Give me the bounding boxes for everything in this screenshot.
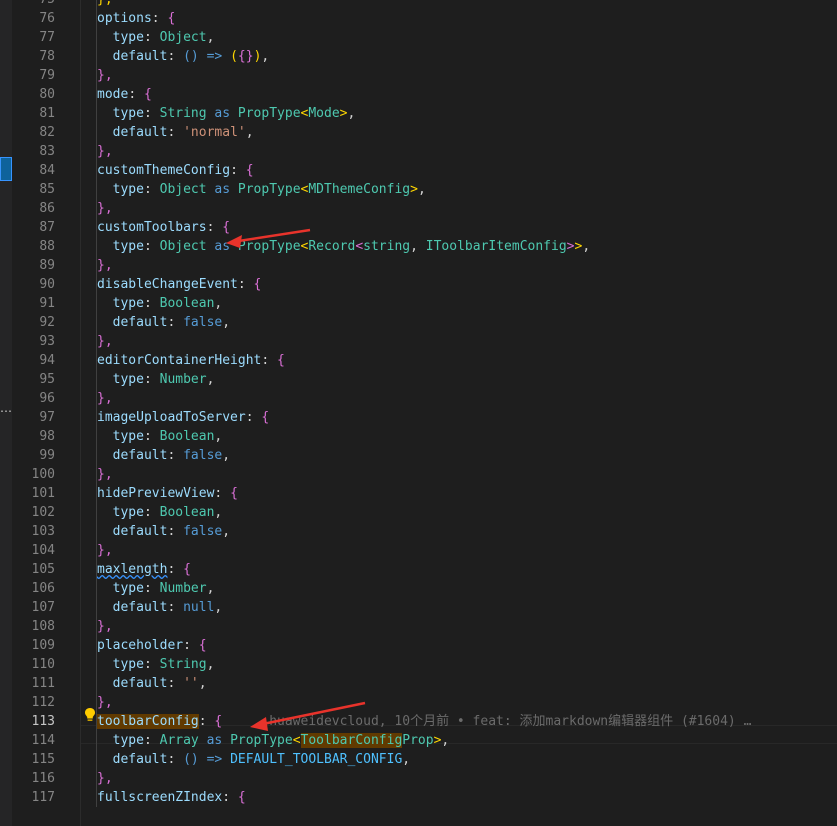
arrow-custom-toolbars (226, 228, 311, 248)
annotation-arrows (226, 228, 366, 731)
arrow-toolbar-config (250, 701, 366, 731)
